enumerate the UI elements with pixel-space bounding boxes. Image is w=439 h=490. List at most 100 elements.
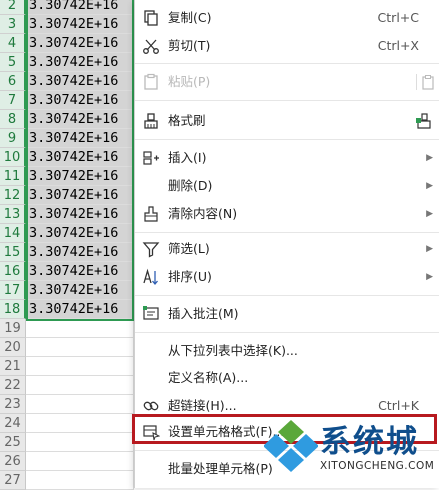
menu-item-sort[interactable]: 排序(U) ▶ [135,263,439,291]
cell-a[interactable] [26,414,134,433]
format-cells-icon [143,425,160,441]
row-header[interactable]: 6 [0,72,26,91]
row-header[interactable]: 2 [0,0,26,15]
menu-item-label: 删除(D) [168,178,213,193]
row-header[interactable]: 20 [0,338,26,357]
menu-item-paste[interactable]: 粘贴(P) [135,68,439,96]
menu-separator [135,232,439,233]
cell-a[interactable] [26,471,134,490]
cell-a[interactable]: 3.30742E+16 [26,15,134,34]
menu-item-copy[interactable]: 复制(C) Ctrl+C [135,4,439,32]
cell-a[interactable]: 3.30742E+16 [26,224,134,243]
menu-item-delete[interactable]: 删除(D) ▶ [135,172,439,200]
cell-a[interactable]: 3.30742E+16 [26,129,134,148]
menu-item-insert-comment[interactable]: 插入批注(M) [135,300,439,328]
cell-a[interactable]: 3.30742E+16 [26,281,134,300]
row-header[interactable]: 22 [0,376,26,395]
row-header[interactable]: 9 [0,129,26,148]
paste-options-icon[interactable] [421,74,435,90]
submenu-arrow-icon: ▶ [426,181,433,191]
menu-item-label: 插入批注(M) [168,306,239,321]
row-header[interactable]: 25 [0,433,26,452]
menu-item-insert[interactable]: 插入(I) ▶ [135,144,439,172]
cell-a[interactable] [26,319,134,338]
cell-a[interactable]: 3.30742E+16 [26,53,134,72]
menu-item-label: 粘贴(P) [168,74,211,89]
link-icon [143,401,159,411]
cell-a[interactable]: 3.30742E+16 [26,148,134,167]
menu-item-label: 复制(C) [168,10,212,25]
sort-icon [143,268,158,286]
row-header[interactable]: 7 [0,91,26,110]
row-header[interactable]: 11 [0,167,26,186]
cell-a[interactable] [26,452,134,471]
shortcut-text: Ctrl+X [377,38,419,53]
row-header[interactable]: 23 [0,395,26,414]
menu-item-label: 从下拉列表中选择(K)... [168,343,298,358]
submenu-arrow-icon: ▶ [426,244,433,254]
row-header[interactable]: 8 [0,110,26,129]
shortcut-text: Ctrl+C [377,10,419,25]
menu-separator [135,295,439,296]
cell-a[interactable] [26,338,134,357]
menu-item-label: 排序(U) [168,269,212,284]
cell-a[interactable]: 3.30742E+16 [26,34,134,53]
menu-item-label: 定义名称(A)... [168,370,249,385]
menu-item-clear-contents[interactable]: 清除内容(N) ▶ [135,200,439,228]
comment-icon [143,306,159,320]
menu-item-label: 筛选(L) [168,241,210,256]
menu-item-label: 剪切(T) [168,38,211,53]
row-header[interactable]: 24 [0,414,26,433]
menu-separator [135,100,439,101]
menu-item-filter[interactable]: 筛选(L) ▶ [135,235,439,263]
cell-a[interactable]: 3.30742E+16 [26,186,134,205]
windows-logo-icon [264,420,318,472]
row-header[interactable]: 15 [0,243,26,262]
cell-a[interactable]: 3.30742E+16 [26,205,134,224]
cell-a[interactable]: 3.30742E+16 [26,110,134,129]
row-header[interactable]: 14 [0,224,26,243]
cell-a[interactable]: 3.30742E+16 [26,167,134,186]
cell-a[interactable] [26,395,134,414]
row-header[interactable]: 21 [0,357,26,376]
cell-a[interactable]: 3.30742E+16 [26,0,134,15]
row-header[interactable]: 10 [0,148,26,167]
row-header[interactable]: 3 [0,15,26,34]
insert-cells-icon [143,151,159,165]
menu-item-cut[interactable]: 剪切(T) Ctrl+X [135,32,439,60]
format-painter-lock-icon[interactable] [415,112,433,130]
menu-item-label: 超链接(H)... [168,398,237,413]
filter-icon [142,242,160,258]
row-header[interactable]: 18 [0,300,26,319]
cell-a[interactable]: 3.30742E+16 [26,91,134,110]
scissors-icon [143,39,159,54]
row-header[interactable]: 26 [0,452,26,471]
row-header[interactable]: 19 [0,319,26,338]
cell-a[interactable] [26,376,134,395]
cell-a[interactable] [26,357,134,376]
cell-a[interactable]: 3.30742E+16 [26,243,134,262]
menu-item-pick-from-list[interactable]: 从下拉列表中选择(K)... [135,337,439,365]
menu-item-label: 批量处理单元格(P) [168,461,273,476]
eraser-icon [144,206,158,222]
cell-a[interactable]: 3.30742E+16 [26,262,134,281]
menu-split-divider [416,74,417,90]
menu-item-format-painter[interactable]: 格式刷 [135,107,439,135]
submenu-arrow-icon: ▶ [426,209,433,219]
cell-a[interactable]: 3.30742E+16 [26,300,134,319]
menu-item-label: 格式刷 [168,113,206,128]
row-header[interactable]: 5 [0,53,26,72]
row-header[interactable]: 12 [0,186,26,205]
row-header[interactable]: 4 [0,34,26,53]
menu-separator [135,332,439,333]
row-header[interactable]: 13 [0,205,26,224]
watermark-brand: 系统城 [320,424,419,460]
submenu-arrow-icon: ▶ [426,272,433,282]
cell-a[interactable]: 3.30742E+16 [26,72,134,91]
cell-a[interactable] [26,433,134,452]
row-header[interactable]: 17 [0,281,26,300]
menu-separator [135,139,439,140]
row-header[interactable]: 16 [0,262,26,281]
row-header[interactable]: 27 [0,471,26,490]
menu-item-define-name[interactable]: 定义名称(A)... [135,364,439,392]
